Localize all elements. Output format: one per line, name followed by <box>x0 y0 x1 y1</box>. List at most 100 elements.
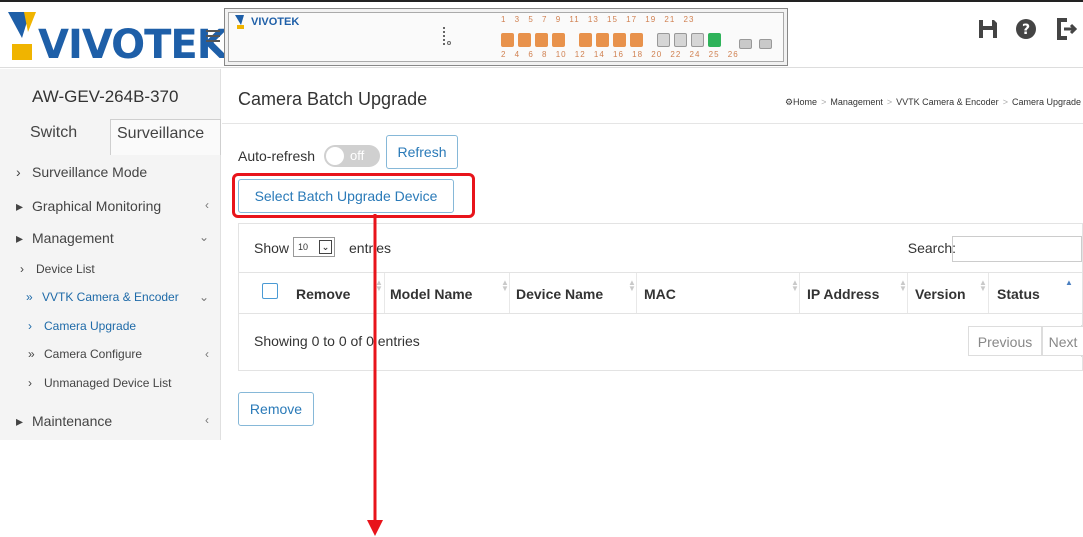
sidebar-tabs: Switch Surveillance <box>18 119 221 155</box>
annotation-arrow-icon <box>367 214 383 536</box>
chevron-right-icon: › <box>28 319 32 333</box>
column-header[interactable]: Model Name <box>390 286 472 302</box>
chevron-right-icon: › <box>20 262 24 276</box>
sidebar-item-label: Management <box>32 230 114 246</box>
sfp-port-icon[interactable] <box>759 39 772 49</box>
menu-toggle-icon[interactable] <box>206 30 220 42</box>
svg-text:?: ? <box>1022 22 1030 38</box>
column-divider <box>907 273 908 313</box>
panel-brand: VIVOTEK <box>251 16 300 28</box>
next-page-button[interactable]: Next <box>1042 326 1083 356</box>
home-icon: ⚙ <box>784 97 794 107</box>
column-header[interactable]: Remove <box>296 286 350 302</box>
remove-button[interactable]: Remove <box>238 392 314 426</box>
chevron-right-icon: › <box>28 376 32 390</box>
toggle-state: off <box>350 148 365 163</box>
logout-icon[interactable] <box>1055 18 1077 40</box>
port-icon[interactable] <box>691 33 704 47</box>
column-header[interactable]: Version <box>915 286 966 302</box>
column-divider <box>799 273 800 313</box>
sidebar-item-label: Camera Upgrade <box>44 319 137 333</box>
chevron-right-icon: ▸ <box>16 230 24 246</box>
sort-icon: ▲ <box>1065 278 1073 287</box>
sort-icon: ▲ ▼ <box>501 278 509 293</box>
highlight-annotation-box <box>232 173 475 218</box>
sidebar-item-label: Maintenance <box>32 413 113 429</box>
port-icon[interactable] <box>501 33 514 47</box>
tab-switch[interactable]: Switch <box>30 119 77 155</box>
breadcrumb-camera-upgrade: Camera Upgrade <box>1011 97 1081 107</box>
sort-icon: ▲ ▼ <box>628 278 636 293</box>
expand-arrow-icon: ‹ <box>205 347 209 361</box>
sort-icon: ▲ ▼ <box>899 278 907 293</box>
expand-arrow-icon: ‹ <box>205 198 209 212</box>
column-header[interactable]: IP Address <box>807 286 879 302</box>
search-label: Search: <box>907 240 956 256</box>
entries-value: 10 <box>298 242 309 252</box>
auto-refresh-toggle[interactable]: off <box>324 145 380 167</box>
sidebar: AW-GEV-264B-370 Switch Surveillance › Sur… <box>0 69 221 440</box>
divider <box>222 123 1083 124</box>
show-label: Show <box>254 240 290 256</box>
column-header[interactable]: Status <box>997 286 1040 302</box>
expand-arrow-icon: ⌄ <box>198 290 209 304</box>
page-title: Camera Batch Upgrade <box>238 89 428 109</box>
search-input[interactable] <box>952 236 1082 262</box>
port-numbers-top: 1 3 5 7 9 11 13 15 17 19 21 23 <box>501 15 695 24</box>
port-icon[interactable] <box>613 33 626 47</box>
port-icon[interactable] <box>674 33 687 47</box>
column-header[interactable]: MAC <box>644 286 676 302</box>
top-header: VIVOTEK VIVOTEK 1 3 5 7 9 11 13 15 17 19… <box>0 4 1083 68</box>
sidebar-item-label: Device List <box>36 262 95 276</box>
sort-icon: ▲ ▼ <box>791 278 799 293</box>
sidebar-item-label: Graphical Monitoring <box>32 198 162 214</box>
auto-refresh-label: Auto-refresh <box>238 148 316 164</box>
select-all-checkbox[interactable] <box>262 283 278 299</box>
panel-led-dot-icon <box>447 41 451 45</box>
panel-led-icon <box>443 27 445 45</box>
port-icon[interactable] <box>535 33 548 47</box>
column-divider <box>509 273 510 313</box>
breadcrumb-home[interactable]: Home <box>793 97 817 107</box>
entries-select[interactable]: 10 ⌄ <box>293 237 335 257</box>
vivotek-logo: VIVOTEK <box>4 10 228 68</box>
breadcrumb-camera-encoder[interactable]: VVTK Camera & Encoder <box>896 97 999 107</box>
sidebar-item-label: Unmanaged Device List <box>44 376 172 390</box>
tab-surveillance[interactable]: Surveillance <box>110 119 221 155</box>
refresh-button[interactable]: Refresh <box>386 135 458 169</box>
chevron-right-icon: › <box>16 164 21 180</box>
port-icon[interactable] <box>708 33 721 47</box>
save-icon[interactable] <box>977 18 999 40</box>
previous-page-button[interactable]: Previous <box>968 326 1042 356</box>
app-window: VIVOTEK VIVOTEK 1 3 5 7 9 11 13 15 17 19… <box>0 0 1083 536</box>
device-name: AW-GEV-264B-370 <box>32 87 179 106</box>
brand-name: VIVOTEK <box>38 22 228 68</box>
port-icon[interactable] <box>552 33 565 47</box>
help-icon[interactable]: ? <box>1015 18 1037 40</box>
pagination: Previous Next <box>968 325 1083 357</box>
chevron-right-icon: ▸ <box>16 198 24 214</box>
port-icon[interactable] <box>630 33 643 47</box>
breadcrumb-management[interactable]: Management <box>830 97 883 107</box>
column-divider <box>988 273 989 313</box>
vivotek-logo-mark-icon <box>8 12 36 60</box>
port-icon[interactable] <box>657 33 670 47</box>
chevron-right-icon: » <box>26 290 33 304</box>
table-info: Showing 0 to 0 of 0 entries <box>254 333 420 349</box>
chevron-down-icon: ⌄ <box>319 240 332 254</box>
column-header[interactable]: Device Name <box>516 286 603 302</box>
port-icon[interactable] <box>596 33 609 47</box>
expand-arrow-icon: ⌄ <box>198 230 209 244</box>
switch-front-panel: VIVOTEK 1 3 5 7 9 11 13 15 17 19 21 23 2… <box>224 8 788 66</box>
sort-icon: ▲ ▼ <box>979 278 987 293</box>
column-divider <box>636 273 637 313</box>
sidebar-item-label: Camera Configure <box>44 347 143 361</box>
chevron-right-icon: ▸ <box>16 413 24 429</box>
port-icon[interactable] <box>518 33 531 47</box>
panel-logo-icon <box>235 15 244 29</box>
sfp-port-icon[interactable] <box>739 39 752 49</box>
chevron-right-icon: » <box>28 347 35 361</box>
main-content: Camera Batch Upgrade ⚙Home > Management > VV… <box>222 69 1083 440</box>
port-icon[interactable] <box>579 33 592 47</box>
sidebar-item-label: Surveillance Mode <box>32 164 148 180</box>
